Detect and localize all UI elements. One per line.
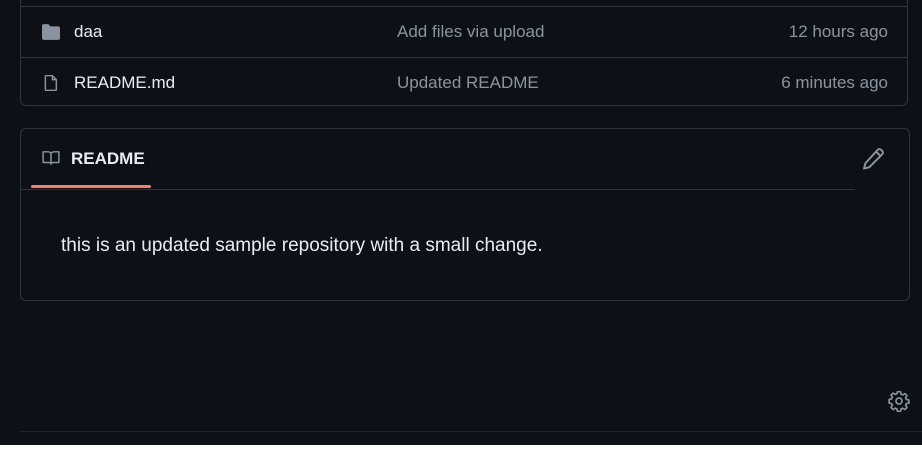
file-row-readme[interactable]: README.md Updated README 6 minutes ago xyxy=(21,57,907,105)
folder-icon xyxy=(42,24,60,40)
commit-message-link[interactable]: Add files via upload xyxy=(397,21,544,43)
file-icon xyxy=(44,74,58,92)
tab-readme[interactable]: README xyxy=(31,129,151,190)
commit-message-link[interactable]: Updated README xyxy=(397,72,539,94)
book-icon xyxy=(42,151,60,165)
page: daa Add files via upload 12 hours ago RE… xyxy=(0,0,922,445)
active-tab-indicator xyxy=(31,185,151,188)
file-list: daa Add files via upload 12 hours ago RE… xyxy=(20,0,908,106)
commit-time: 12 hours ago xyxy=(788,22,888,41)
tab-readme-label: README xyxy=(71,149,145,168)
readme-panel: README this is an updated sample reposit… xyxy=(20,128,910,301)
commit-time: 6 minutes ago xyxy=(781,73,888,92)
file-name-link[interactable]: daa xyxy=(74,21,102,43)
file-row-daa[interactable]: daa Add files via upload 12 hours ago xyxy=(21,6,907,56)
file-name-link[interactable]: README.md xyxy=(74,72,175,94)
header-divider xyxy=(21,189,855,190)
readme-header: README xyxy=(21,129,909,190)
gear-icon[interactable] xyxy=(888,390,910,412)
footer-divider xyxy=(20,431,922,432)
readme-content: this is an updated sample repository wit… xyxy=(61,235,543,256)
pencil-icon[interactable] xyxy=(861,147,885,171)
